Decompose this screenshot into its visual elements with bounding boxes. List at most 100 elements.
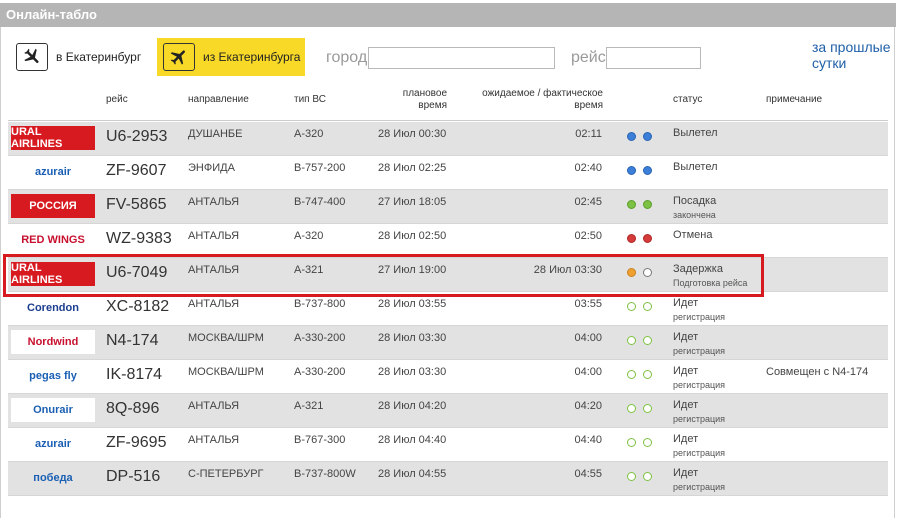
board-title: Онлайн-табло [0, 3, 896, 27]
status-light-indicator [627, 336, 636, 345]
status-light-indicator [643, 370, 652, 379]
status-text: Вылетел [673, 161, 718, 173]
status-subtext: Подготовка рейса [673, 278, 748, 288]
status-light-indicator [627, 472, 636, 481]
table-row[interactable]: azurair ZF-9695 АНТАЛЬЯ B-767-300 28 Июл 04:… [8, 428, 888, 462]
aircraft-type: A-330-200 [294, 332, 346, 344]
airline-logo: Corendon [27, 302, 79, 314]
col-header-planned: плановое время [402, 88, 447, 111]
flight-direction: АНТАЛЬЯ [188, 196, 240, 208]
actual-time: 04:55 [574, 468, 602, 480]
flight-direction: АНТАЛЬЯ [188, 230, 240, 242]
flight-status: Идет регистрация [673, 365, 725, 390]
table-row[interactable]: Onurair 8Q-896 АНТАЛЬЯ A-321 28 Июл 04:20 04:… [8, 394, 888, 428]
status-text: Отмена [673, 229, 713, 241]
airline-logo: победа [33, 472, 73, 484]
status-text: Идет [673, 399, 699, 411]
tab-departures[interactable]: из Екатеринбурга [157, 38, 305, 76]
table-row[interactable]: победа DP-516 С-ПЕТЕРБУРГ B-737-800W 28 Июл … [8, 462, 888, 496]
table-row[interactable]: RED WINGS WZ-9383 АНТАЛЬЯ A-320 28 Июл 02:50… [8, 224, 888, 258]
city-filter-input[interactable] [368, 47, 555, 69]
flight-direction: С-ПЕТЕРБУРГ [188, 468, 264, 480]
flight-status: Идет регистрация [673, 399, 725, 424]
actual-time: 04:40 [574, 434, 602, 446]
planned-time: 28 Июл 02:25 [378, 162, 447, 174]
flight-direction: ДУШАНБЕ [188, 128, 243, 140]
tab-arrivals[interactable]: в Екатеринбург [10, 38, 148, 76]
plane-arrival-icon [16, 43, 48, 71]
planned-time: 28 Июл 03:30 [378, 332, 447, 344]
status-light-indicator [627, 302, 636, 311]
table-row[interactable]: Nordwind N4-174 МОСКВА/ШРМ A-330-200 28 Июл … [8, 326, 888, 360]
flight-status: Отмена [673, 229, 712, 244]
flight-status: Вылетел [673, 161, 718, 176]
flight-filter-label: рейс [571, 49, 606, 66]
airline-logo: Onurair [11, 398, 95, 422]
flight-direction: АНТАЛЬЯ [188, 434, 240, 446]
status-light-indicator [627, 166, 636, 175]
status-light-indicator [643, 302, 652, 311]
status-text: Идет [673, 365, 699, 377]
planned-time: 28 Июл 03:30 [378, 366, 447, 378]
flight-number: WZ-9383 [106, 230, 172, 247]
table-row[interactable]: URAL AIRLINES U6-7049 АНТАЛЬЯ A-321 27 Июл 1… [8, 258, 888, 292]
planned-time: 27 Июл 18:05 [378, 196, 447, 208]
status-subtext: регистрация [673, 414, 726, 424]
status-subtext: закончена [673, 210, 716, 220]
status-text: Посадка [673, 195, 717, 207]
col-header-actual: ожидаемое / фактическое время [482, 88, 603, 111]
flight-number: U6-2953 [106, 128, 168, 145]
table-row[interactable]: Corendon XC-8182 АНТАЛЬЯ B-737-800 28 Июл 03… [8, 292, 888, 326]
tab-departures-label: из Екатеринбурга [203, 50, 301, 64]
status-subtext: регистрация [673, 346, 726, 356]
status-light-indicator [627, 132, 636, 141]
flight-number: 8Q-896 [106, 400, 160, 417]
status-light-indicator [627, 370, 636, 379]
airline-logo: azurair [34, 438, 72, 450]
flight-number: XC-8182 [106, 298, 170, 315]
aircraft-type: A-321 [294, 400, 324, 412]
actual-time: 04:00 [574, 366, 602, 378]
status-text: Задержка [673, 263, 723, 275]
planned-time: 28 Июл 00:30 [378, 128, 447, 140]
flight-note: Совмещен с N4-174 [766, 366, 869, 378]
table-row[interactable]: URAL AIRLINES U6-2953 ДУШАНБЕ A-320 28 Июл 0… [8, 122, 888, 156]
flight-status: Посадка закончена [673, 195, 716, 220]
flight-direction: МОСКВА/ШРМ [188, 366, 264, 378]
flight-direction: АНТАЛЬЯ [188, 400, 240, 412]
flight-direction: АНТАЛЬЯ [188, 264, 240, 276]
status-text: Идет [673, 331, 699, 343]
status-text: Идет [673, 433, 699, 445]
planned-time: 28 Июл 04:20 [378, 400, 447, 412]
actual-time: 28 Июл 03:30 [533, 264, 602, 276]
aircraft-type: A-321 [294, 264, 324, 276]
table-row[interactable]: РОССИЯ FV-5865 АНТАЛЬЯ B-747-400 27 Июл 18:0… [8, 190, 888, 224]
aircraft-type: B-747-400 [294, 196, 346, 208]
planned-time: 28 Июл 04:40 [378, 434, 447, 446]
flight-direction: МОСКВА/ШРМ [188, 332, 264, 344]
flight-number: DP-516 [106, 468, 161, 485]
status-subtext: регистрация [673, 482, 726, 492]
airline-logo: Nordwind [11, 330, 95, 354]
flight-status: Идет регистрация [673, 433, 725, 458]
tab-arrivals-label: в Екатеринбург [56, 50, 142, 64]
table-row[interactable]: pegas fly IK-8174 МОСКВА/ШРМ A-330-200 28 Ию… [8, 360, 888, 394]
status-light-indicator [643, 336, 652, 345]
status-light-indicator [643, 132, 652, 141]
status-light-indicator [643, 472, 652, 481]
previous-day-link[interactable]: за прошлые сутки [812, 39, 894, 71]
status-light-indicator [627, 200, 636, 209]
aircraft-type: B-737-800 [294, 298, 346, 310]
table-row[interactable]: azurair ZF-9607 ЭНФИДА B-757-200 28 Июл 02:2… [8, 156, 888, 190]
airline-logo: URAL AIRLINES [11, 126, 95, 150]
actual-time: 03:55 [574, 298, 602, 310]
flight-filter-input[interactable] [606, 47, 701, 69]
aircraft-type: B-737-800W [294, 468, 356, 480]
aircraft-type: A-320 [294, 128, 324, 140]
status-light-indicator [643, 438, 652, 447]
aircraft-type: B-767-300 [294, 434, 346, 446]
flight-number: U6-7049 [106, 264, 168, 281]
airline-logo: pegas fly [29, 370, 77, 382]
airline-logo: RED WINGS [21, 234, 85, 246]
status-light-indicator [643, 268, 652, 277]
